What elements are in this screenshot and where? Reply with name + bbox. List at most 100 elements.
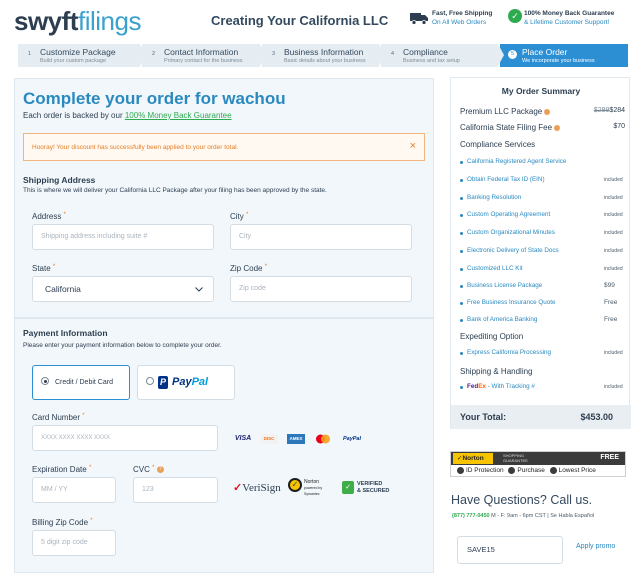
help-icon[interactable] <box>554 124 561 131</box>
step-title: Business Information <box>284 47 364 57</box>
step-number: 4 <box>391 51 395 57</box>
alert-message: Hooray! Your discount has successfully b… <box>32 144 239 151</box>
step-number: 3 <box>272 51 276 57</box>
page-title: Creating Your California LLC <box>211 13 389 28</box>
apply-promo-link[interactable]: Apply promo <box>576 543 615 550</box>
compliance-heading: Compliance Services <box>460 140 536 149</box>
free-shipping-badge: Fast, Free Shipping On All Web Orders <box>410 9 498 35</box>
summary-item: Customized LLC Kit included <box>460 265 625 275</box>
step-title: Contact Information <box>164 47 239 57</box>
package-price: $284 <box>609 107 625 114</box>
step-customize-package[interactable]: 1 Customize Package Build your custom pa… <box>18 44 146 67</box>
paypal-label: PayPal <box>172 376 209 388</box>
shipping-heading: Shipping & Handling <box>460 367 533 376</box>
city-label: City * <box>230 212 249 221</box>
mastercard-icon <box>316 434 330 444</box>
shipping-line1: Fast, Free Shipping <box>432 10 493 17</box>
shipping-section-desc: This is where we will deliver your Calif… <box>23 187 327 194</box>
norton-free-badge: FREE <box>600 454 619 461</box>
summary-item: FedEx - With Tracking # included <box>460 383 625 393</box>
shield-icon: ✓ <box>342 481 354 494</box>
logo[interactable]: swyftfilings <box>14 6 141 37</box>
summary-item: Electronic Delivery of State Docs include… <box>460 247 625 257</box>
address-field[interactable]: Shipping address including suite # <box>32 224 214 250</box>
summary-package-row: Premium LLC Package $299$284 <box>460 107 625 119</box>
billing-zip-label: Billing Zip Code * <box>32 518 93 527</box>
card-number-field[interactable]: XXXX XXXX XXXX XXXX <box>32 425 218 451</box>
summary-item: Obtain Federal Tax ID (EIN) included <box>460 176 625 186</box>
total-label: Your Total: <box>460 412 507 422</box>
billing-zip-field[interactable]: 5 digit zip code <box>32 530 116 556</box>
state-fee-price: $70 <box>613 123 625 130</box>
guarantee-line1: 100% Money Back Guarantee <box>524 10 615 17</box>
radio-selected-icon <box>41 377 49 385</box>
progress-steps: 1 Customize Package Build your custom pa… <box>18 44 628 67</box>
guarantee-badge: ✓ 100% Money Back Guarantee & Lifetime C… <box>508 9 638 35</box>
card-number-label: Card Number * <box>32 413 85 422</box>
checkout-form-panel: Complete your order for wachou Each orde… <box>14 78 434 573</box>
checkmark-icon: ✓ <box>233 482 243 494</box>
card-brand-logos: VISA DISC AMEX PayPal <box>233 434 363 446</box>
step-subtitle: Primary contact for the business <box>164 58 243 64</box>
section-divider <box>15 317 433 319</box>
id-protection-icon <box>457 467 464 474</box>
payment-option-paypal[interactable]: P PayPal <box>137 365 235 400</box>
discover-icon: DISC <box>260 434 278 444</box>
order-total: Your Total: $453.00 <box>451 405 631 429</box>
address-label: Address * <box>32 212 66 221</box>
state-label: State * <box>32 264 56 273</box>
state-fee-name: California State Filing Fee <box>460 123 553 132</box>
cvc-field[interactable]: 123 <box>133 477 218 503</box>
visa-icon: VISA <box>234 435 252 442</box>
step-title: Place Order <box>522 47 568 57</box>
expediting-heading: Expediting Option <box>460 332 524 341</box>
summary-item: California Registered Agent Service <box>460 158 625 168</box>
verisign-seal: ✓VeriSign <box>233 482 281 494</box>
step-number: 2 <box>152 51 156 57</box>
step-contact-information[interactable]: 2 Contact Information Primary contact fo… <box>142 44 266 67</box>
expiration-field[interactable]: MM / YY <box>32 477 116 503</box>
lowest-price-icon <box>549 467 557 474</box>
payment-section-title: Payment Information <box>23 328 108 338</box>
summary-item: Bank of America Banking Free <box>460 316 625 326</box>
verified-secured-seal: ✓ VERIFIED & SECURED <box>342 481 392 495</box>
cvc-label: CVC * ? <box>133 465 164 474</box>
questions-heading: Have Questions? Call us. <box>451 493 593 507</box>
truck-icon <box>410 13 428 25</box>
summary-item: Custom Operating Agreement included <box>460 211 625 221</box>
help-icon[interactable] <box>544 108 551 115</box>
guarantee-link[interactable]: 100% Money Back Guarantee <box>125 111 232 120</box>
step-subtitle: Basic details about your business <box>284 58 366 64</box>
zip-field[interactable]: Zip code <box>230 276 412 302</box>
norton-shopping-guarantee[interactable]: ✓Norton SHOPPING GUARANTEE FREE ID Prote… <box>450 451 626 477</box>
zip-label: Zip Code * <box>230 264 268 273</box>
help-icon[interactable]: ? <box>156 466 164 474</box>
contact-line: (877) 777-0450 M - F: 9am - 6pm CST | Se… <box>452 513 595 519</box>
step-subtitle: Business and tax setup <box>403 58 460 64</box>
order-subtitle: Each order is backed by our 100% Money B… <box>23 111 232 120</box>
paypal-icon: P <box>158 376 168 389</box>
promo-code-field[interactable]: SAVE15 <box>457 536 563 564</box>
close-icon[interactable]: × <box>410 140 416 152</box>
step-compliance[interactable]: 4 Compliance Business and tax setup <box>381 44 504 67</box>
fedex-logo: FedEx <box>467 383 486 390</box>
guarantee-line2: & Lifetime Customer Support! <box>524 19 610 26</box>
step-place-order[interactable]: 5 Place Order We incorporate your busine… <box>500 44 628 67</box>
city-field[interactable]: City <box>230 224 412 250</box>
purchase-icon <box>508 467 516 474</box>
payment-option-card[interactable]: Credit / Debit Card <box>32 365 130 400</box>
summary-item: Custom Organizational Minutes included <box>460 229 625 239</box>
package-old-price: $299 <box>593 107 610 114</box>
summary-item: Business License Package $99 <box>460 282 625 292</box>
amex-icon: AMEX <box>287 434 305 444</box>
order-summary: My Order Summary Premium LLC Package $29… <box>450 77 631 429</box>
step-business-information[interactable]: 3 Business Information Basic details abo… <box>262 44 385 67</box>
norton-logo: ✓Norton <box>453 453 493 464</box>
chevron-down-icon <box>195 287 203 292</box>
norton-seal: ✓ Norton powered by Symantec <box>288 476 330 498</box>
phone-link[interactable]: (877) 777-0450 <box>452 513 490 519</box>
shipping-line2: On All Web Orders <box>432 19 487 26</box>
order-title: Complete your order for wachou <box>23 89 286 108</box>
state-select[interactable]: California <box>32 276 214 302</box>
checkmark-icon: ✓ <box>508 9 522 23</box>
